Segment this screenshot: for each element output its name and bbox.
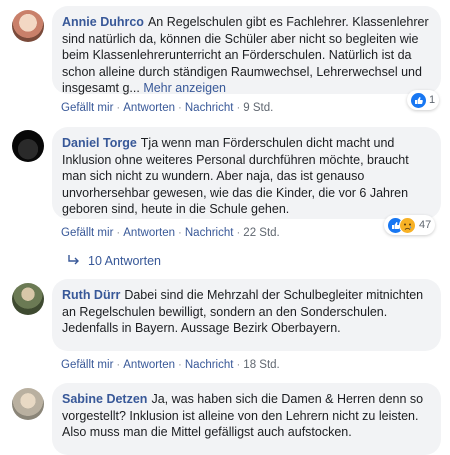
reply-link[interactable]: Antworten [123,102,175,114]
comment-bubble: Ruth Dürr Dabei sind die Mehrzahl der Sch… [52,279,441,351]
avatar[interactable] [12,10,44,42]
show-more-link[interactable]: Mehr anzeigen [143,81,226,95]
comment-bubble: Daniel Torge Tja wenn man Förderschulen d… [52,127,441,219]
replies-count[interactable]: 10 Antworten [88,254,161,268]
message-link[interactable]: Nachricht [185,102,234,114]
timestamp[interactable]: 9 Std. [243,102,273,114]
reaction-summary[interactable]: 47 [384,215,436,235]
avatar[interactable] [12,388,44,420]
reply-link[interactable]: Antworten [123,227,175,239]
like-link[interactable]: Gefällt mir [61,102,113,114]
like-icon [411,92,426,108]
reaction-count: 1 [429,94,436,106]
avatar[interactable] [12,283,44,315]
comment-author[interactable]: Annie Duhrco [62,15,144,29]
comment-actions: Gefällt mir · Antworten · Nachricht · 22 Std. [61,227,280,239]
avatar[interactable] [12,130,44,162]
like-link[interactable]: Gefällt mir [61,359,113,371]
comment-author[interactable]: Ruth Dürr [62,288,120,302]
reaction-summary[interactable]: 1 [407,90,440,110]
message-link[interactable]: Nachricht [185,359,234,371]
timestamp[interactable]: 22 Std. [243,227,279,239]
reaction-count: 47 [419,219,432,231]
message-link[interactable]: Nachricht [185,227,234,239]
comment-bubble: Sabine Detzen Ja, was haben sich die Dame… [52,383,441,455]
comment-bubble: Annie Duhrco An Regelschulen gibt es Fach… [52,6,441,95]
timestamp[interactable]: 18 Std. [243,359,279,371]
like-link[interactable]: Gefällt mir [61,227,113,239]
reply-link[interactable]: Antworten [123,359,175,371]
comment-actions: Gefällt mir · Antworten · Nachricht · 18 Std. [61,359,280,371]
view-replies-link[interactable]: 10 Antworten [68,254,161,268]
reply-arrow-icon [68,254,80,268]
comment-actions: Gefällt mir · Antworten · Nachricht · 9 Std. [61,102,274,114]
comment-author[interactable]: Sabine Detzen [62,392,147,406]
comment-author[interactable]: Daniel Torge [62,136,137,150]
sad-icon [399,216,416,234]
